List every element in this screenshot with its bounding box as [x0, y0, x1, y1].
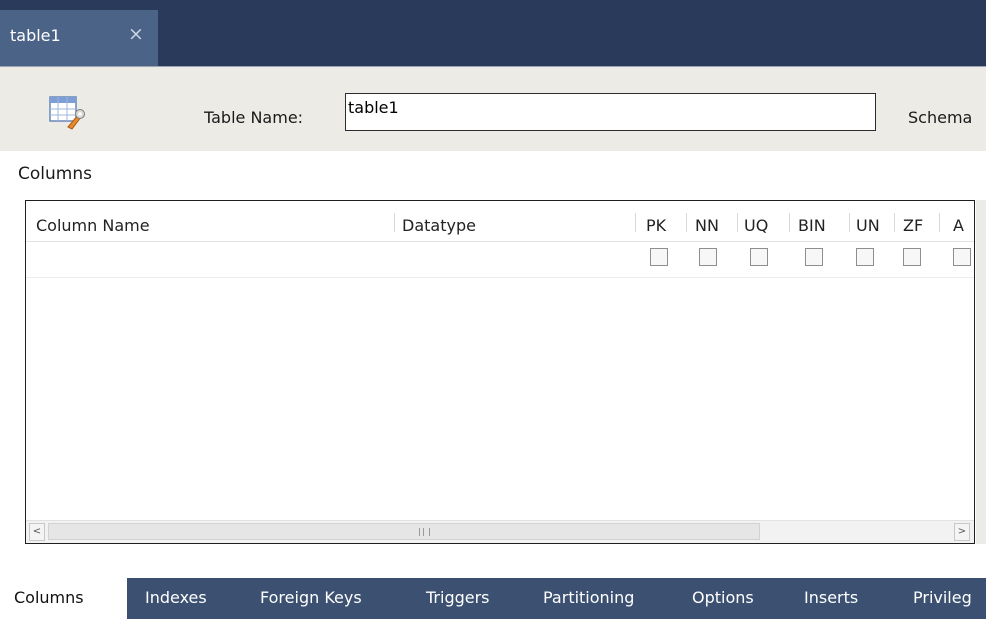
header-separator [394, 213, 395, 232]
header-separator [939, 213, 940, 232]
header-separator [635, 213, 636, 232]
schema-label: Schema [908, 108, 973, 127]
table-row[interactable] [26, 241, 974, 278]
nn-checkbox[interactable] [699, 248, 717, 266]
header-un[interactable]: UN [856, 216, 880, 235]
header-separator [894, 213, 895, 232]
document-tab-strip: table1 × [0, 0, 986, 66]
tab-columns-label: Columns [14, 588, 84, 607]
table-wrench-icon [49, 96, 85, 130]
document-tab-label: table1 [10, 26, 61, 45]
table-name-input[interactable] [345, 93, 876, 131]
header-separator [789, 213, 790, 232]
header-bin[interactable]: BIN [798, 216, 826, 235]
header-separator [737, 213, 738, 232]
document-tab-table1[interactable]: table1 × [0, 10, 158, 66]
header-column-name[interactable]: Column Name [36, 216, 150, 235]
header-nn[interactable]: NN [695, 216, 719, 235]
header-ai[interactable]: A [953, 216, 964, 235]
table-editor-header: Table Name: Schema [0, 66, 986, 151]
header-datatype[interactable]: Datatype [402, 216, 476, 235]
tab-partitioning[interactable]: Partitioning [543, 588, 634, 607]
vertical-scrollbar[interactable] [976, 200, 986, 544]
bin-checkbox[interactable] [805, 248, 823, 266]
header-separator [686, 213, 687, 232]
editor-subtabs: Columns Indexes Foreign Keys Triggers Pa… [0, 578, 986, 619]
grid-header-row: Column Name Datatype PK NN UQ BIN UN ZF … [26, 201, 974, 242]
un-checkbox[interactable] [856, 248, 874, 266]
columns-grid[interactable]: Column Name Datatype PK NN UQ BIN UN ZF … [25, 200, 975, 544]
close-icon[interactable]: × [128, 23, 144, 45]
header-uq[interactable]: UQ [744, 216, 768, 235]
ai-checkbox[interactable] [953, 248, 971, 266]
tab-inserts[interactable]: Inserts [804, 588, 858, 607]
scroll-grip-icon [419, 528, 430, 536]
scroll-left-arrow-icon[interactable]: < [29, 523, 45, 541]
uq-checkbox[interactable] [750, 248, 768, 266]
tab-options[interactable]: Options [692, 588, 754, 607]
zf-checkbox[interactable] [903, 248, 921, 266]
tab-indexes[interactable]: Indexes [145, 588, 207, 607]
columns-section-title: Columns [18, 164, 92, 184]
tab-columns[interactable]: Columns [0, 578, 127, 619]
header-zf[interactable]: ZF [903, 216, 923, 235]
scrollbar-thumb[interactable] [48, 523, 760, 540]
table-name-label: Table Name: [204, 108, 304, 127]
header-separator [849, 213, 850, 232]
tab-triggers[interactable]: Triggers [426, 588, 490, 607]
tab-privileges[interactable]: Privileg [913, 588, 972, 607]
scroll-right-arrow-icon[interactable]: > [954, 523, 970, 541]
tab-foreign-keys[interactable]: Foreign Keys [260, 588, 362, 607]
header-pk[interactable]: PK [646, 216, 666, 235]
pk-checkbox[interactable] [650, 248, 668, 266]
horizontal-scrollbar[interactable]: < > [26, 520, 974, 543]
